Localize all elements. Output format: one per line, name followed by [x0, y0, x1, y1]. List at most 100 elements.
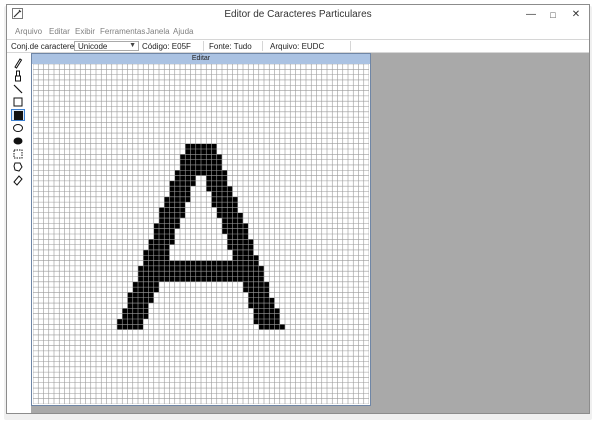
glyph-pixel[interactable]: [169, 265, 175, 272]
charset-select[interactable]: Unicode ▼: [74, 41, 139, 51]
line-icon[interactable]: [11, 83, 25, 95]
glyph-pixel[interactable]: [132, 303, 138, 309]
glyph-pixel[interactable]: [211, 271, 217, 277]
glyph-pixel[interactable]: [211, 149, 217, 155]
glyph-pixel[interactable]: [248, 255, 254, 261]
glyph-pixel[interactable]: [216, 159, 222, 165]
rectangular-selection-icon[interactable]: [11, 148, 25, 160]
glyph-pixel[interactable]: [227, 239, 233, 245]
glyph-pixel[interactable]: [185, 271, 191, 277]
glyph-pixel[interactable]: [174, 186, 180, 192]
glyph-pixel[interactable]: [232, 244, 238, 250]
glyph-pixel[interactable]: [195, 164, 201, 171]
glyph-pixel[interactable]: [195, 276, 201, 282]
glyph-pixel[interactable]: [206, 260, 212, 266]
glyph-pixel[interactable]: [258, 287, 264, 293]
glyph-pixel[interactable]: [211, 159, 217, 165]
glyph-pixel[interactable]: [185, 143, 191, 149]
glyph-pixel[interactable]: [143, 260, 149, 266]
glyph-pixel[interactable]: [159, 239, 165, 245]
glyph-pixel[interactable]: [232, 255, 238, 261]
glyph-pixel[interactable]: [190, 265, 196, 272]
glyph-pixel[interactable]: [148, 265, 154, 272]
glyph-pixel[interactable]: [180, 170, 186, 176]
glyph-pixel[interactable]: [138, 308, 144, 314]
glyph-pixel[interactable]: [143, 281, 149, 288]
glyph-pixel[interactable]: [211, 143, 217, 149]
glyph-pixel[interactable]: [227, 271, 233, 277]
glyph-pixel[interactable]: [153, 249, 159, 256]
glyph-pixel[interactable]: [253, 292, 259, 298]
glyph-pixel[interactable]: [138, 276, 144, 282]
freeform-selection-icon[interactable]: [11, 161, 25, 173]
glyph-pixel[interactable]: [127, 297, 133, 304]
glyph-pixel[interactable]: [248, 292, 254, 298]
glyph-pixel[interactable]: [232, 207, 238, 213]
glyph-pixel[interactable]: [222, 202, 228, 208]
glyph-pixel[interactable]: [174, 265, 180, 272]
glyph-pixel[interactable]: [211, 196, 217, 203]
glyph-pixel[interactable]: [211, 170, 217, 176]
glyph-pixel[interactable]: [138, 319, 144, 325]
glyph-pixel[interactable]: [253, 260, 259, 266]
glyph-pixel[interactable]: [148, 255, 154, 261]
glyph-pixel[interactable]: [269, 324, 275, 330]
glyph-pixel[interactable]: [195, 154, 201, 160]
glyph-pixel[interactable]: [169, 212, 175, 219]
glyph-pixel[interactable]: [201, 276, 207, 282]
glyph-pixel[interactable]: [169, 276, 175, 282]
glyph-pixel[interactable]: [185, 276, 191, 282]
glyph-pixel[interactable]: [258, 324, 264, 330]
glyph-pixel[interactable]: [138, 292, 144, 298]
glyph-pixel[interactable]: [164, 276, 170, 282]
glyph-pixel[interactable]: [164, 239, 170, 245]
glyph-pixel[interactable]: [195, 159, 201, 165]
glyph-pixel[interactable]: [211, 186, 217, 192]
glyph-pixel[interactable]: [264, 287, 270, 293]
glyph-pixel[interactable]: [274, 324, 280, 330]
glyph-pixel[interactable]: [164, 228, 170, 234]
glyph-pixel[interactable]: [227, 207, 233, 213]
glyph-pixel[interactable]: [248, 271, 254, 277]
glyph-pixel[interactable]: [159, 228, 165, 234]
glyph-pixel[interactable]: [169, 191, 175, 197]
glyph-pixel[interactable]: [174, 170, 180, 176]
glyph-pixel[interactable]: [132, 281, 138, 288]
glyph-pixel[interactable]: [264, 297, 270, 304]
glyph-pixel[interactable]: [185, 159, 191, 165]
glyph-pixel[interactable]: [206, 159, 212, 165]
glyph-pixel[interactable]: [232, 271, 238, 277]
glyph-pixel[interactable]: [227, 265, 233, 272]
glyph-pixel[interactable]: [248, 297, 254, 304]
glyph-pixel[interactable]: [237, 218, 243, 224]
glyph-pixel[interactable]: [258, 281, 264, 288]
glyph-pixel[interactable]: [216, 260, 222, 266]
glyph-pixel[interactable]: [153, 271, 159, 277]
glyph-pixel[interactable]: [185, 154, 191, 160]
glyph-pixel[interactable]: [153, 244, 159, 250]
glyph-pixel[interactable]: [180, 202, 186, 208]
glyph-pixel[interactable]: [248, 281, 254, 288]
glyph-pixel[interactable]: [190, 154, 196, 160]
glyph-pixel[interactable]: [269, 303, 275, 309]
glyph-pixel[interactable]: [243, 239, 249, 245]
glyph-pixel[interactable]: [264, 324, 270, 330]
glyph-pixel[interactable]: [206, 164, 212, 171]
glyph-pixel[interactable]: [253, 281, 259, 288]
glyph-pixel[interactable]: [164, 218, 170, 224]
glyph-pixel[interactable]: [164, 255, 170, 261]
glyph-pixel[interactable]: [237, 239, 243, 245]
glyph-pixel[interactable]: [143, 249, 149, 256]
pencil-icon[interactable]: [11, 57, 25, 69]
glyph-pixel[interactable]: [132, 287, 138, 293]
glyph-pixel[interactable]: [243, 249, 249, 256]
glyph-pixel[interactable]: [222, 170, 228, 176]
glyph-pixel[interactable]: [148, 287, 154, 293]
glyph-pixel[interactable]: [201, 170, 207, 176]
glyph-pixel[interactable]: [185, 260, 191, 266]
glyph-pixel[interactable]: [264, 313, 270, 319]
glyph-pixel[interactable]: [169, 260, 175, 266]
glyph-pixel[interactable]: [159, 255, 165, 261]
glyph-pixel[interactable]: [148, 244, 154, 250]
glyph-pixel[interactable]: [153, 239, 159, 245]
